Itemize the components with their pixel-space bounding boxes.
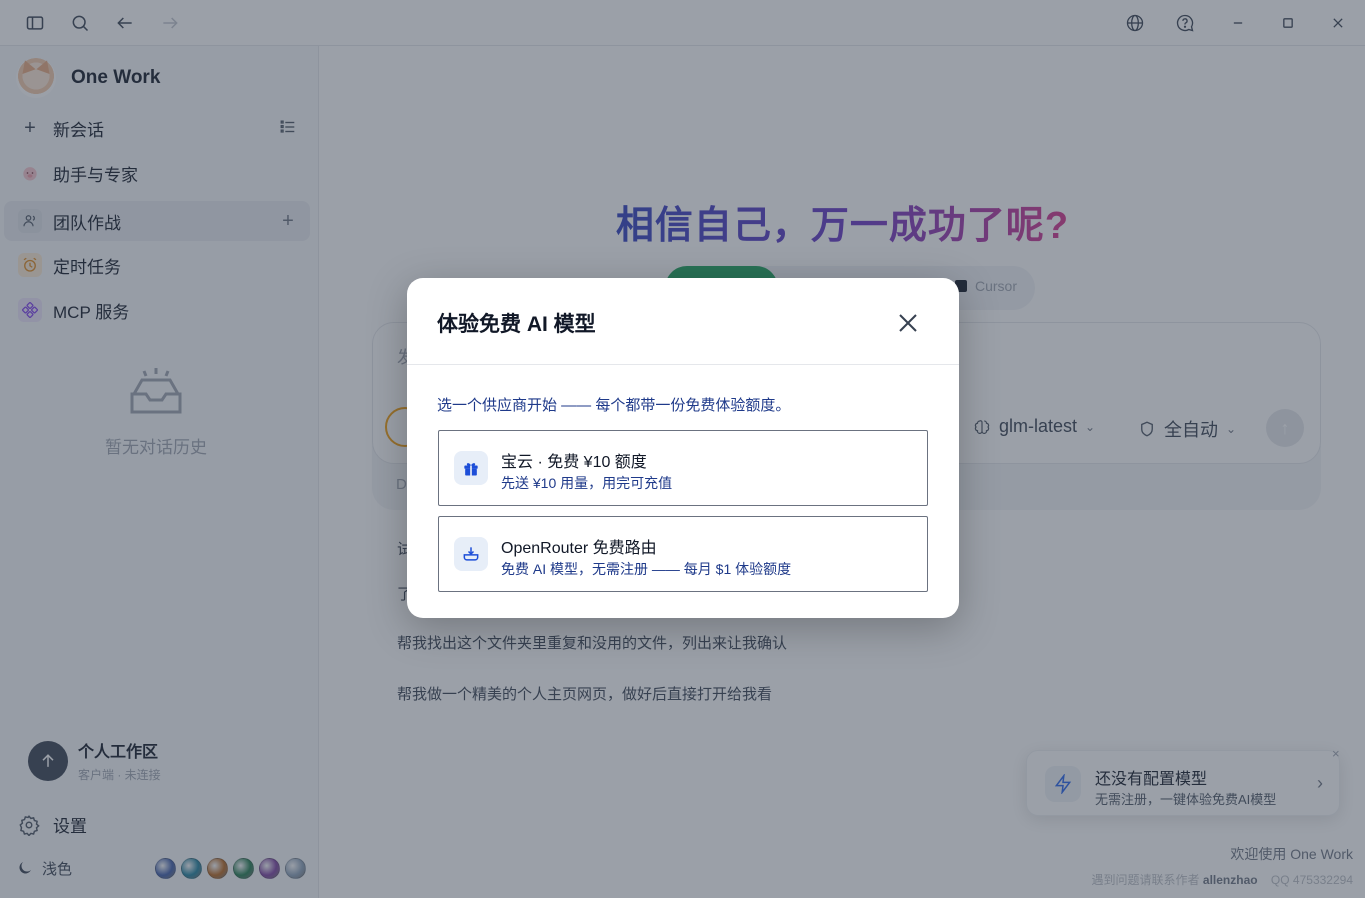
dialog-title: 体验免费 AI 模型 bbox=[437, 313, 596, 336]
provider-option-baoyun[interactable]: 宝云 · 免费 ¥10 额度 先送 ¥10 用量，用完可充值 bbox=[438, 430, 928, 506]
provider-option-openrouter[interactable]: OpenRouter 免费路由 免费 AI 模型，无需注册 —— 每月 $1 体… bbox=[438, 516, 928, 592]
option-title: 宝云 · 免费 ¥10 额度 bbox=[501, 454, 647, 471]
router-icon bbox=[454, 537, 488, 571]
option-title: OpenRouter 免费路由 bbox=[501, 540, 657, 557]
option-subtitle: 免费 AI 模型，无需注册 —— 每月 $1 体验额度 bbox=[501, 561, 792, 577]
gift-icon bbox=[454, 451, 488, 485]
close-icon[interactable] bbox=[893, 308, 923, 338]
dialog-description: 选一个供应商开始 —— 每个都带一份免费体验额度。 bbox=[437, 397, 791, 414]
dialog-divider bbox=[407, 364, 959, 365]
free-model-dialog: 体验免费 AI 模型 选一个供应商开始 —— 每个都带一份免费体验额度。 宝云 … bbox=[407, 278, 959, 618]
option-subtitle: 先送 ¥10 用量，用完可充值 bbox=[501, 475, 673, 491]
